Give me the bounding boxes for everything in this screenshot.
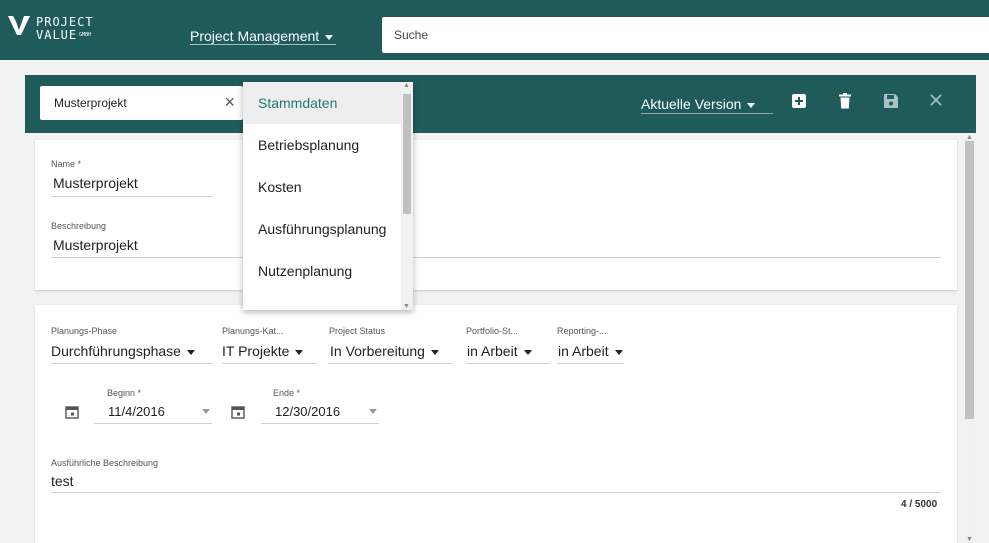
beschreibung-underline bbox=[51, 257, 941, 258]
caret-down-icon[interactable] bbox=[202, 409, 210, 414]
planungs-phase-underline bbox=[51, 363, 213, 364]
caret-down-icon bbox=[325, 34, 334, 40]
ende-label: Ende * bbox=[273, 388, 301, 398]
close-icon[interactable] bbox=[929, 93, 947, 111]
dropdown-scrollbar-thumb[interactable] bbox=[403, 94, 411, 214]
portfolio-status-value: in Arbeit bbox=[467, 343, 518, 359]
planungs-kat-underline bbox=[222, 363, 317, 364]
version-underline bbox=[641, 113, 773, 114]
trash-icon[interactable] bbox=[838, 93, 856, 111]
top-navbar: PROJECT VALUE GMBH Project Management bbox=[0, 0, 989, 60]
search-input[interactable] bbox=[382, 17, 989, 53]
menu-label: Project Management bbox=[190, 28, 320, 44]
caret-down-icon[interactable] bbox=[369, 409, 377, 414]
scroll-down-icon[interactable]: ▼ bbox=[966, 536, 973, 543]
planungs-phase-select[interactable]: Durchführungsphase bbox=[51, 343, 195, 359]
caret-down-icon bbox=[430, 349, 439, 355]
portfolio-status-label: Portfolio-St... bbox=[466, 326, 519, 336]
beschreibung-field[interactable]: Musterprojekt bbox=[53, 237, 138, 253]
planungs-phase-value: Durchführungsphase bbox=[51, 343, 181, 359]
clear-icon[interactable]: × bbox=[224, 93, 235, 111]
ende-date-field[interactable]: 12/30/2016 bbox=[275, 404, 340, 419]
name-label: Name * bbox=[51, 159, 82, 169]
name-field[interactable]: Musterprojekt bbox=[53, 175, 138, 191]
ausfuehrlich-underline bbox=[51, 492, 941, 493]
scroll-up-icon[interactable]: ▲ bbox=[966, 134, 973, 141]
dropdown-scrollbar[interactable]: ▲ ▼ bbox=[401, 82, 413, 310]
caret-down-icon bbox=[523, 349, 532, 355]
logo-v-icon bbox=[8, 16, 30, 35]
beschreibung-label: Beschreibung bbox=[51, 221, 107, 231]
scroll-down-icon[interactable]: ▼ bbox=[403, 303, 410, 310]
beginn-date-field[interactable]: 11/4/2016 bbox=[108, 404, 165, 419]
menu-underline bbox=[190, 44, 336, 45]
reporting-select[interactable]: in Arbeit bbox=[558, 343, 623, 359]
logo-wordmark: PROJECT VALUE GMBH bbox=[36, 16, 94, 42]
caret-down-icon bbox=[747, 102, 756, 108]
project-select[interactable]: Musterprojekt × bbox=[40, 86, 243, 120]
reporting-label: Reporting-... bbox=[557, 326, 607, 336]
logo-line2: VALUE bbox=[36, 28, 78, 42]
menu-item-nutzenplanung[interactable]: Nutzenplanung bbox=[243, 250, 401, 292]
project-status-label: Project Status bbox=[329, 326, 386, 336]
project-status-value: In Vorbereitung bbox=[330, 343, 425, 359]
reporting-value: in Arbeit bbox=[558, 343, 609, 359]
caret-down-icon bbox=[186, 349, 195, 355]
ausfuehrlich-label: Ausführliche Beschreibung bbox=[51, 458, 159, 468]
version-select[interactable]: Aktuelle Version bbox=[641, 96, 756, 112]
menu-item-kosten[interactable]: Kosten bbox=[243, 166, 401, 208]
calendar-icon[interactable] bbox=[231, 405, 245, 419]
planungs-kat-value: IT Projekte bbox=[222, 343, 290, 359]
plus-square-icon[interactable] bbox=[791, 93, 809, 111]
scrollbar-thumb[interactable] bbox=[965, 141, 974, 419]
menu-item-stammdaten[interactable]: Stammdaten bbox=[243, 82, 401, 124]
project-status-select[interactable]: In Vorbereitung bbox=[330, 343, 439, 359]
name-underline bbox=[51, 196, 213, 197]
char-counter: 4 / 5000 bbox=[901, 499, 938, 510]
section-dropdown-menu: Stammdaten Betriebsplanung Kosten Ausfüh… bbox=[243, 82, 413, 310]
beginn-label: Beginn * bbox=[107, 388, 142, 398]
planungs-phase-label: Planungs-Phase bbox=[51, 326, 118, 336]
planungs-kat-select[interactable]: IT Projekte bbox=[222, 343, 304, 359]
portfolio-status-underline bbox=[466, 363, 550, 364]
content-scrollbar[interactable]: ▲ ▼ bbox=[963, 133, 976, 543]
version-label: Aktuelle Version bbox=[641, 96, 742, 112]
project-status-underline bbox=[329, 363, 452, 364]
project-management-menu[interactable]: Project Management bbox=[190, 28, 334, 44]
project-select-value: Musterprojekt bbox=[54, 96, 127, 110]
ausfuehrlich-field[interactable]: test bbox=[51, 473, 74, 489]
menu-item-ausfuehrungsplanung[interactable]: Ausführungsplanung bbox=[243, 208, 401, 250]
reporting-underline bbox=[557, 363, 623, 364]
planungs-kat-label: Planungs-Kat... bbox=[222, 326, 284, 336]
caret-down-icon bbox=[295, 349, 304, 355]
portfolio-status-select[interactable]: in Arbeit bbox=[467, 343, 532, 359]
caret-down-icon bbox=[614, 349, 623, 355]
ende-underline bbox=[261, 423, 379, 424]
save-icon[interactable] bbox=[883, 93, 901, 111]
calendar-icon[interactable] bbox=[65, 405, 79, 419]
menu-item-betriebsplanung[interactable]: Betriebsplanung bbox=[243, 124, 401, 166]
planung-card bbox=[35, 305, 957, 543]
company-logo[interactable]: PROJECT VALUE GMBH bbox=[8, 12, 118, 48]
beginn-underline bbox=[94, 423, 212, 424]
stammdaten-card bbox=[35, 140, 957, 290]
scroll-up-icon[interactable]: ▲ bbox=[403, 82, 410, 89]
logo-suffix: GMBH bbox=[79, 32, 92, 38]
